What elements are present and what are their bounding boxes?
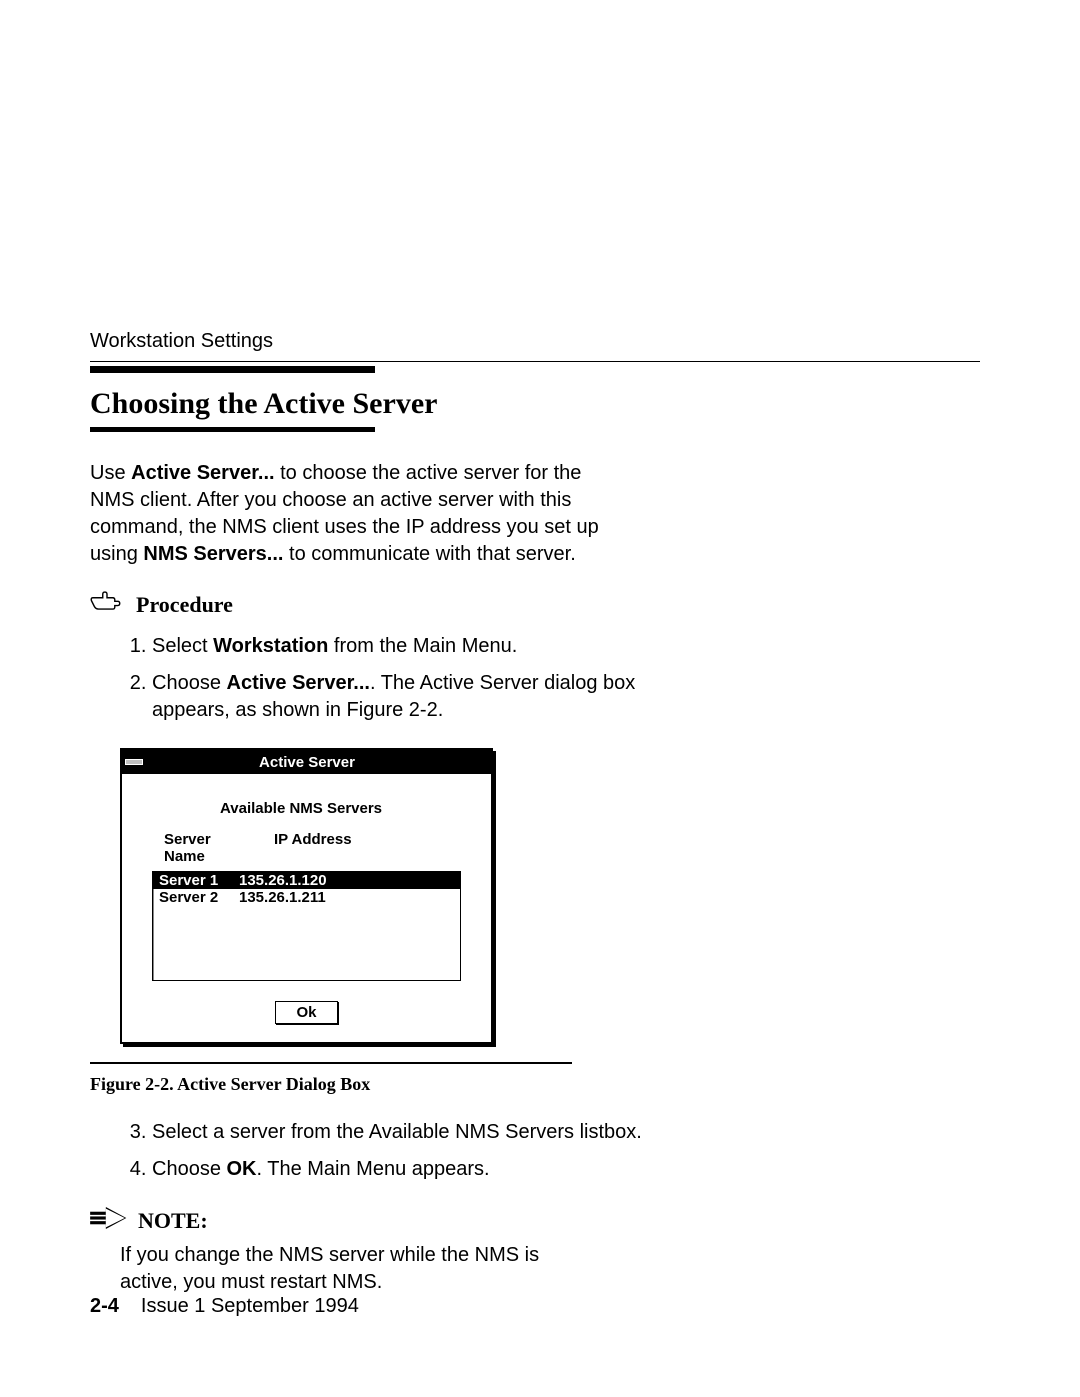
server-name-cell: Server 1: [159, 872, 239, 889]
active-server-dialog: Active Server Available NMS Servers Serv…: [120, 748, 493, 1044]
procedure-header: Procedure: [90, 590, 980, 619]
procedure-steps: Select Workstation from the Main Menu. C…: [90, 633, 692, 724]
step-1-post: from the Main Menu.: [328, 635, 517, 657]
figure-rule: [90, 1062, 572, 1064]
header-rule: [90, 361, 980, 362]
dialog-body: Available NMS Servers Server Name IP Add…: [122, 774, 491, 1042]
page-number: 2-4: [90, 1295, 119, 1317]
step-4: Choose OK. The Main Menu appears.: [152, 1156, 692, 1183]
page-footer: 2-4 Issue 1 September 1994: [90, 1295, 359, 1318]
intro-post: to communicate with that server.: [283, 543, 575, 565]
servers-listbox[interactable]: Server 1 135.26.1.120 Server 2 135.26.1.…: [152, 871, 461, 981]
step-1-pre: Select: [152, 635, 213, 657]
issue-date: Issue 1 September 1994: [141, 1295, 359, 1317]
intro-pre: Use: [90, 462, 131, 484]
step-4-post: . The Main Menu appears.: [257, 1158, 490, 1180]
running-header: Workstation Settings: [90, 330, 980, 353]
step-4-pre: Choose: [152, 1158, 227, 1180]
dialog-titlebar: Active Server: [122, 750, 491, 774]
col-server-name: Server Name: [164, 831, 254, 865]
note-label: NOTE:: [138, 1208, 208, 1234]
arrow-icon: [90, 1207, 128, 1234]
dialog-title: Active Server: [147, 754, 491, 771]
list-item[interactable]: Server 1 135.26.1.120: [153, 872, 460, 889]
procedure-label: Procedure: [136, 592, 233, 618]
intro-bold-2: NMS Servers...: [143, 543, 283, 565]
available-servers-label: Available NMS Servers: [220, 800, 461, 817]
ok-button[interactable]: Ok: [275, 1001, 337, 1024]
server-name-cell: Server 2: [159, 889, 239, 906]
system-menu-icon[interactable]: [122, 750, 147, 774]
intro-paragraph: Use Active Server... to choose the activ…: [90, 460, 610, 568]
section-title: Choosing the Active Server: [90, 387, 980, 421]
pointing-hand-icon: [90, 590, 124, 619]
col-ip-address: IP Address: [274, 831, 352, 865]
note-header: NOTE:: [90, 1207, 980, 1234]
server-ip-cell: 135.26.1.211: [239, 889, 326, 906]
thick-rule: [90, 366, 375, 373]
step-4-bold: OK: [227, 1158, 257, 1180]
list-item[interactable]: Server 2 135.26.1.211: [153, 889, 460, 906]
step-2-bold: Active Server...: [227, 672, 370, 694]
procedure-steps-continued: Select a server from the Available NMS S…: [90, 1119, 692, 1183]
step-1-bold: Workstation: [213, 635, 328, 657]
step-1: Select Workstation from the Main Menu.: [152, 633, 692, 660]
section-underline: [90, 427, 375, 432]
intro-bold-1: Active Server...: [131, 462, 274, 484]
note-text: If you change the NMS server while the N…: [120, 1242, 590, 1296]
step-2-pre: Choose: [152, 672, 227, 694]
step-2: Choose Active Server.... The Active Serv…: [152, 670, 692, 724]
step-3: Select a server from the Available NMS S…: [152, 1119, 692, 1146]
listbox-headers: Server Name IP Address: [164, 831, 461, 865]
server-ip-cell: 135.26.1.120: [239, 872, 327, 889]
figure-caption: Figure 2-2. Active Server Dialog Box: [90, 1074, 980, 1095]
dialog-figure: Active Server Available NMS Servers Serv…: [120, 748, 980, 1044]
